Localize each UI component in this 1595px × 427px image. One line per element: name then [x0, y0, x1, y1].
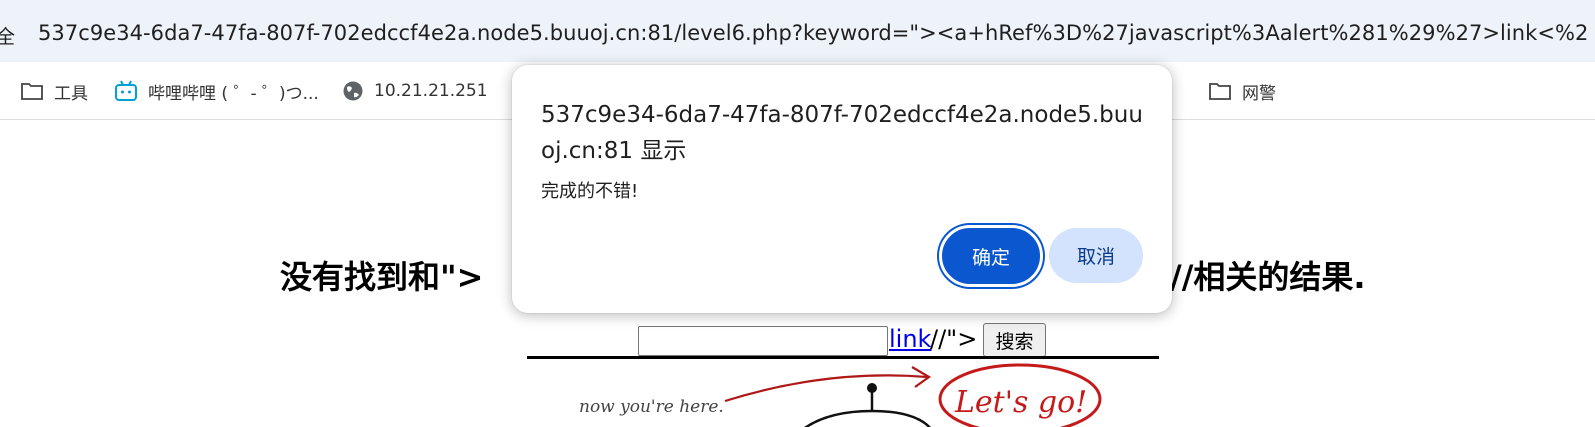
link-trailing-text: //"> [930, 325, 978, 353]
globe-icon [343, 81, 363, 101]
image-lets-go-text: Let's go! [955, 385, 1088, 420]
search-button[interactable]: 搜索 [983, 323, 1046, 357]
bookmark-tools[interactable]: 工具 [20, 76, 88, 106]
injected-link[interactable]: link [889, 325, 931, 353]
address-bar[interactable]: 全 537c9e34-6da7-47fa-807f-702edccf4e2a.n… [0, 0, 1595, 62]
dialog-origin-title: 537c9e34-6da7-47fa-807f-702edccf4e2a.nod… [541, 102, 1143, 164]
alert-dialog: 537c9e34-6da7-47fa-807f-702edccf4e2a.nod… [512, 65, 1172, 313]
bookmark-label: 10.21.21.251 [374, 81, 488, 101]
heading-end: //相关的结果. [1170, 258, 1366, 296]
cancel-button[interactable]: 取消 [1049, 228, 1143, 283]
bookmark-label: 网警 [1242, 83, 1276, 104]
dialog-message: 完成的不错! [541, 181, 639, 202]
keyword-input[interactable] [638, 326, 888, 356]
url-text[interactable]: 537c9e34-6da7-47fa-807f-702edccf4e2a.nod… [38, 21, 1588, 45]
bookmark-label: 工具 [54, 83, 88, 104]
bookmark-label: 哔哩哔哩 ( ゜- ゜)つ... [148, 83, 319, 104]
heading-start: 没有找到和"> [280, 258, 484, 296]
bookmark-ip[interactable]: 10.21.21.251 [342, 76, 488, 106]
ok-button[interactable]: 确定 [939, 225, 1043, 287]
folder-icon [1209, 83, 1231, 100]
level-image: now you're here. Let's go! [527, 356, 1159, 427]
bookmark-police[interactable]: 网警 [1208, 76, 1276, 106]
bookmark-bilibili[interactable]: 哔哩哔哩 ( ゜- ゜)つ... [114, 76, 319, 106]
site-info-label[interactable]: 全 [0, 22, 15, 49]
folder-icon [21, 83, 43, 100]
bilibili-icon [115, 80, 137, 101]
